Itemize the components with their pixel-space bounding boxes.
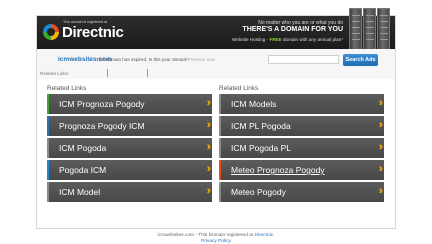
related-link-label: ICM PL Pogoda xyxy=(231,121,291,131)
double-chevron-right-icon: ›› xyxy=(378,163,384,175)
double-chevron-right-icon: ›› xyxy=(378,119,384,131)
double-chevron-right-icon: ›› xyxy=(206,185,212,197)
related-link-item[interactable]: ICM PL Pogoda ›› xyxy=(219,116,384,136)
banner-hosting-offer: Website Hosting - FREE domain with any a… xyxy=(232,37,343,42)
related-link-label: ICM Pogoda xyxy=(59,143,107,153)
page-frame: This domain is registered at Directnic N… xyxy=(36,8,396,229)
directnic-logo-text: Directnic xyxy=(62,24,124,41)
double-chevron-right-icon: ›› xyxy=(206,163,212,175)
privacy-policy-link[interactable]: Privacy Policy xyxy=(0,239,432,244)
search-ads-button[interactable]: Search Ads xyxy=(343,54,378,66)
footer-prefix: icmwebsites.com - This Domain registered… xyxy=(157,233,254,238)
domain-info-bar: icmwebsites.com This domain has expired.… xyxy=(37,49,395,79)
related-links-label: Related Links: xyxy=(40,71,70,76)
hosting-free: FREE xyxy=(269,37,282,42)
double-chevron-right-icon: ›› xyxy=(378,185,384,197)
left-links-column: ICM Prognoza Pogody ›› Prognoza Pogody I… xyxy=(47,94,212,204)
hosting-prefix: Website Hosting - xyxy=(231,37,269,42)
search-input[interactable] xyxy=(268,55,339,64)
related-link-item[interactable]: Pogoda ICM ›› xyxy=(47,160,212,180)
related-link-label: Pogoda ICM xyxy=(59,165,107,175)
right-column-title: Related Links xyxy=(219,85,259,92)
right-links-column: ICM Models ›› ICM PL Pogoda ›› ICM Pogod… xyxy=(219,94,384,204)
related-link-label: Prognoza Pogody ICM xyxy=(59,121,145,131)
related-link-label: Meteo Pogody xyxy=(231,187,286,197)
related-link-item[interactable]: Prognoza Pogody ICM ›› xyxy=(47,116,212,136)
footer-directnic-link[interactable]: Directnic. xyxy=(254,233,274,238)
related-link-item[interactable]: Meteo Pogody ›› xyxy=(219,182,384,202)
double-chevron-right-icon: ›› xyxy=(206,97,212,109)
related-link-label: Meteo Prognoza Pogody xyxy=(231,165,325,175)
related-links-divider xyxy=(107,69,108,77)
related-link-label: ICM Pogoda PL xyxy=(231,143,292,153)
directnic-logo-icon xyxy=(43,24,59,40)
related-link-item[interactable]: ICM Pogoda ›› xyxy=(47,138,212,158)
double-chevron-right-icon: ›› xyxy=(206,141,212,153)
double-chevron-right-icon: ›› xyxy=(378,141,384,153)
expired-message: This domain has expired. Is this your do… xyxy=(96,57,190,62)
banner-tagline-big: THERE'S A DOMAIN FOR YOU xyxy=(242,26,343,33)
hosting-suffix: domain with any annual plan* xyxy=(282,37,343,42)
related-link-label: ICM Model xyxy=(59,187,101,197)
related-links-divider xyxy=(147,69,148,77)
related-link-label: ICM Models xyxy=(231,99,277,109)
footer-text: icmwebsites.com - This Domain registered… xyxy=(0,233,432,238)
related-link-item[interactable]: ICM Model ›› xyxy=(47,182,212,202)
double-chevron-right-icon: ›› xyxy=(378,97,384,109)
server-rack-image xyxy=(347,8,393,51)
related-link-item[interactable]: ICM Prognoza Pogody ›› xyxy=(47,94,212,114)
renew-link[interactable]: Renew now xyxy=(191,57,215,62)
related-link-item[interactable]: ICM Pogoda PL ›› xyxy=(219,138,384,158)
left-column-title: Related Links xyxy=(47,85,87,92)
related-link-label: ICM Prognoza Pogody xyxy=(59,99,145,109)
related-link-item[interactable]: ICM Models ›› xyxy=(219,94,384,114)
directnic-banner[interactable]: This domain is registered at Directnic N… xyxy=(37,8,395,50)
related-link-item[interactable]: Meteo Prognoza Pogody ›› xyxy=(219,160,384,180)
double-chevron-right-icon: ›› xyxy=(206,119,212,131)
